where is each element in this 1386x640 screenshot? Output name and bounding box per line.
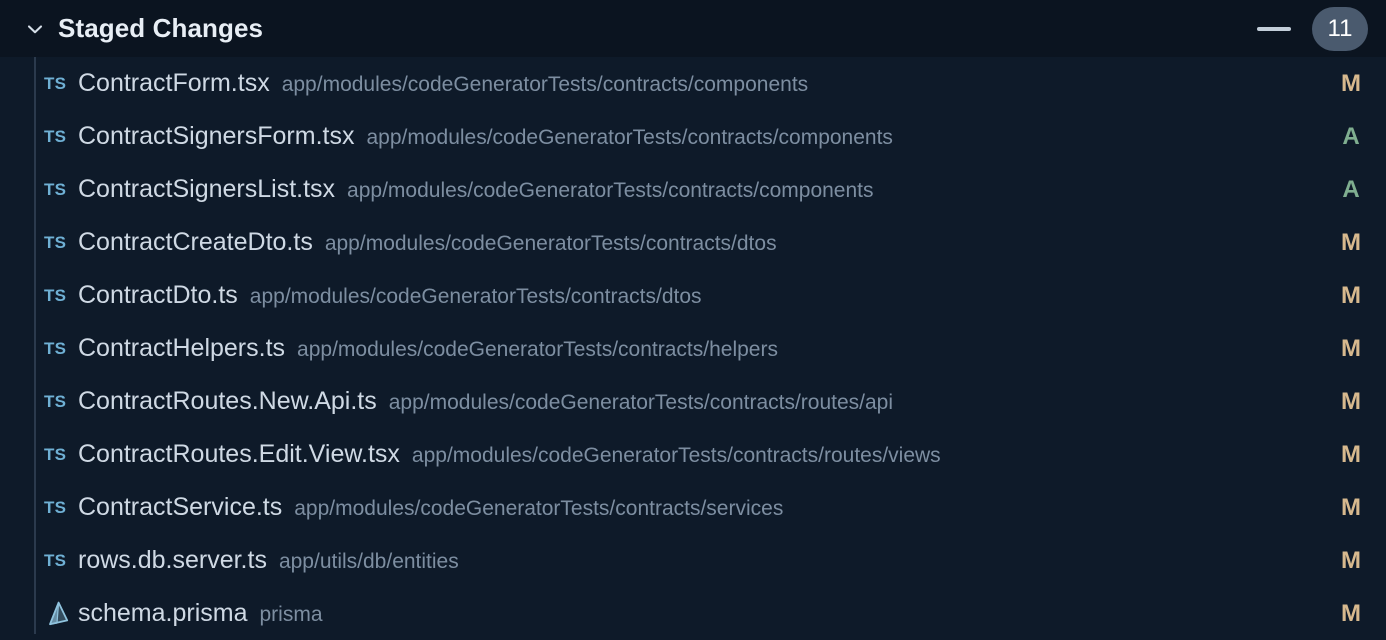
file-name: ContractSignersForm.tsx	[78, 122, 355, 150]
staged-changes-panel: Staged Changes 11 TS ContractForm.tsx app/…	[0, 0, 1386, 640]
file-path: app/modules/codeGeneratorTests/contracts…	[297, 338, 778, 361]
file-path: app/modules/codeGeneratorTests/contracts…	[411, 444, 941, 467]
file-row[interactable]: schema.prisma prisma M	[0, 587, 1386, 640]
status-badge: M	[1341, 493, 1361, 521]
ts-icon-label: TS	[44, 127, 67, 146]
file-row[interactable]: TS ContractSignersList.tsx app/modules/cod…	[0, 163, 1386, 216]
typescript-file-icon: TS	[44, 181, 78, 198]
file-path: app/modules/codeGeneratorTests/contracts…	[249, 285, 702, 308]
file-path: prisma	[259, 603, 323, 626]
status-badge: M	[1341, 440, 1361, 468]
status-badge: M	[1341, 281, 1361, 309]
file-path: app/modules/codeGeneratorTests/contracts…	[324, 232, 777, 255]
file-row[interactable]: TS rows.db.server.ts app/utils/db/entities…	[0, 534, 1386, 587]
status-badge: M	[1341, 334, 1361, 362]
ts-icon-label: TS	[44, 551, 67, 570]
ts-icon-label: TS	[44, 74, 67, 93]
file-name: rows.db.server.ts	[78, 546, 267, 574]
file-name: ContractService.ts	[78, 493, 283, 521]
file-path: app/modules/codeGeneratorTests/contracts…	[388, 391, 894, 414]
file-row[interactable]: TS ContractForm.tsx app/modules/codeGenera…	[0, 57, 1386, 110]
file-name: ContractSignersList.tsx	[78, 175, 336, 203]
prisma-file-icon	[44, 600, 78, 628]
file-row[interactable]: TS ContractHelpers.ts app/modules/codeGene…	[0, 322, 1386, 375]
file-path: app/utils/db/entities	[278, 550, 459, 573]
file-name: ContractRoutes.Edit.View.tsx	[78, 440, 400, 468]
ts-icon-label: TS	[44, 392, 67, 411]
file-name: ContractForm.tsx	[78, 69, 270, 97]
typescript-file-icon: TS	[44, 75, 78, 92]
minimize-icon[interactable]	[1254, 16, 1294, 42]
page-title: Staged Changes	[58, 13, 264, 43]
status-badge: A	[1342, 122, 1360, 150]
ts-icon-label: TS	[44, 233, 67, 252]
status-badge: M	[1341, 69, 1361, 97]
file-row[interactable]: TS ContractService.ts app/modules/codeGene…	[0, 481, 1386, 534]
file-row[interactable]: TS ContractDto.ts app/modules/codeGenerato…	[0, 269, 1386, 322]
file-name: ContractDto.ts	[78, 281, 238, 309]
staged-changes-header[interactable]: Staged Changes 11	[0, 0, 1386, 57]
status-badge: M	[1341, 387, 1361, 415]
staged-file-list: TS ContractForm.tsx app/modules/codeGenera…	[0, 57, 1386, 640]
typescript-file-icon: TS	[44, 234, 78, 251]
file-name: ContractCreateDto.ts	[78, 228, 313, 256]
file-row[interactable]: TS ContractCreateDto.ts app/modules/codeGe…	[0, 216, 1386, 269]
ts-icon-label: TS	[44, 498, 67, 517]
file-path: app/modules/codeGeneratorTests/contracts…	[281, 73, 809, 96]
status-badge: M	[1341, 228, 1361, 256]
typescript-file-icon: TS	[44, 499, 78, 516]
typescript-file-icon: TS	[44, 446, 78, 463]
file-row[interactable]: TS ContractRoutes.Edit.View.tsx app/module…	[0, 428, 1386, 481]
file-name: ContractRoutes.New.Api.ts	[78, 387, 377, 415]
chevron-down-icon[interactable]	[22, 16, 48, 42]
staged-count-badge: 11	[1312, 6, 1368, 51]
file-path: app/modules/codeGeneratorTests/contracts…	[366, 126, 893, 149]
ts-icon-label: TS	[44, 286, 67, 305]
ts-icon-label: TS	[44, 180, 67, 199]
file-row[interactable]: TS ContractSignersForm.tsx app/modules/cod…	[0, 110, 1386, 163]
status-badge: M	[1341, 599, 1361, 627]
status-badge: A	[1342, 175, 1360, 203]
file-name: schema.prisma	[78, 599, 248, 627]
ts-icon-label: TS	[44, 445, 67, 464]
file-row[interactable]: TS ContractRoutes.New.Api.ts app/modules/c…	[0, 375, 1386, 428]
typescript-file-icon: TS	[44, 552, 78, 569]
typescript-file-icon: TS	[44, 128, 78, 145]
typescript-file-icon: TS	[44, 393, 78, 410]
file-path: app/modules/codeGeneratorTests/contracts…	[347, 179, 874, 202]
ts-icon-label: TS	[44, 339, 67, 358]
typescript-file-icon: TS	[44, 340, 78, 357]
typescript-file-icon: TS	[44, 287, 78, 304]
status-badge: M	[1341, 546, 1361, 574]
file-name: ContractHelpers.ts	[78, 334, 286, 362]
indent-guide	[34, 57, 36, 634]
minimize-bar	[1257, 26, 1291, 31]
file-path: app/modules/codeGeneratorTests/contracts…	[294, 497, 784, 520]
